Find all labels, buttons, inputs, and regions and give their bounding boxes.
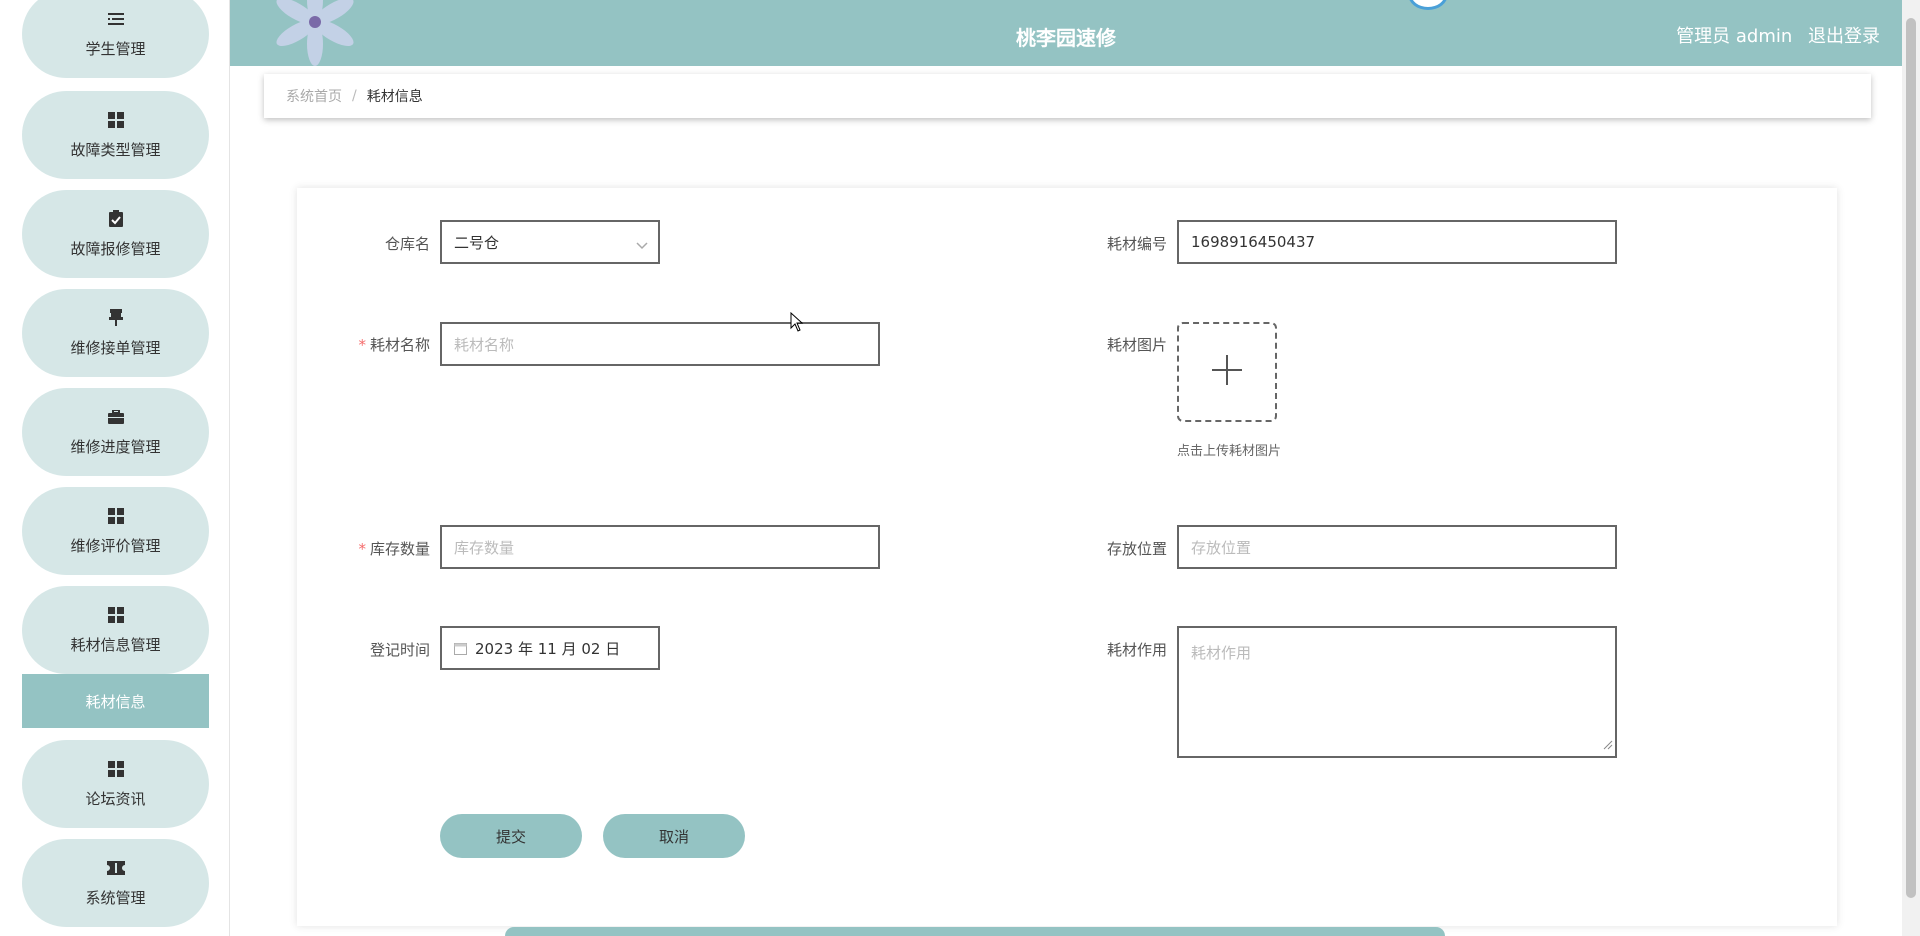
- warehouse-select[interactable]: 二号仓: [440, 220, 660, 264]
- sidebar-item-label: 故障报修管理: [70, 239, 161, 258]
- storage-location-placeholder: 存放位置: [1191, 538, 1252, 557]
- upload-hint: 点击上传耗材图片: [1177, 444, 1282, 459]
- cancel-button[interactable]: 取消: [603, 814, 745, 858]
- plus-icon: [1212, 355, 1242, 389]
- sidebar-item-fault-report-management[interactable]: 故障报修管理: [22, 190, 209, 278]
- resize-grip-icon[interactable]: [1603, 736, 1613, 754]
- submit-button[interactable]: 提交: [440, 814, 582, 858]
- sidebar-item-label: 维修进度管理: [70, 437, 161, 456]
- breadcrumb-separator: /: [352, 88, 357, 104]
- sidebar-item-repair-order-management[interactable]: 维修接单管理: [22, 289, 209, 377]
- top-header: 桃李园速修 管理员 admin 退出登录: [230, 0, 1902, 66]
- material-usage-placeholder: 耗材作用: [1191, 644, 1252, 662]
- material-code-value: 1698916450437: [1191, 233, 1316, 251]
- list-icon: [107, 10, 125, 28]
- sidebar-item-label: 耗材信息管理: [70, 635, 161, 654]
- avatar-orb: [1408, 0, 1448, 10]
- clipboard-check-icon: [107, 210, 125, 228]
- required-mark: *: [358, 540, 366, 558]
- register-time-label: 登记时间: [369, 641, 430, 659]
- storage-location-label: 存放位置: [1106, 540, 1167, 558]
- sidebar-item-forum-news[interactable]: 论坛资讯: [22, 740, 209, 828]
- material-name-label-text: 耗材名称: [369, 336, 430, 354]
- grid-icon: [107, 111, 125, 129]
- material-name-placeholder: 耗材名称: [454, 335, 515, 354]
- briefcase-icon: [107, 408, 125, 426]
- stock-quantity-placeholder: 库存数量: [454, 538, 515, 557]
- app-title: 桃李园速修: [1016, 26, 1116, 50]
- calendar-icon: [454, 642, 467, 655]
- sidebar-subitem-material-info[interactable]: 耗材信息: [22, 674, 209, 728]
- warehouse-label: 仓库名: [384, 235, 430, 253]
- bottom-decoration: [505, 927, 1445, 936]
- warehouse-select-value: 二号仓: [454, 233, 500, 252]
- admin-user-label: 管理员 admin: [1676, 26, 1793, 47]
- grid-icon: [107, 760, 125, 778]
- sidebar-item-repair-progress-management[interactable]: 维修进度管理: [22, 388, 209, 476]
- sidebar-item-label: 系统管理: [85, 888, 146, 907]
- chevron-down-icon: [636, 236, 648, 254]
- logout-link[interactable]: 退出登录: [1808, 26, 1880, 47]
- material-code-label: 耗材编号: [1106, 235, 1167, 253]
- ticket-icon: [106, 859, 125, 877]
- thumbtack-icon: [107, 309, 125, 327]
- storage-location-input[interactable]: 存放位置: [1177, 525, 1617, 569]
- sidebar-item-repair-review-management[interactable]: 维修评价管理: [22, 487, 209, 575]
- sidebar-item-label: 故障类型管理: [70, 140, 161, 159]
- breadcrumb: 系统首页 / 耗材信息: [264, 74, 1871, 118]
- stock-quantity-label-text: 库存数量: [369, 540, 430, 558]
- header-user-area: 管理员 admin 退出登录: [1666, 22, 1880, 48]
- scrollbar-thumb[interactable]: [1906, 18, 1916, 898]
- grid-icon: [107, 606, 125, 624]
- material-code-input[interactable]: 1698916450437: [1177, 220, 1617, 264]
- image-upload-button[interactable]: [1177, 322, 1277, 422]
- sidebar-item-label: 维修评价管理: [70, 536, 161, 555]
- register-time-picker[interactable]: 2023 年 11 月 02 日: [440, 626, 660, 670]
- sidebar-item-material-info-management[interactable]: 耗材信息管理: [22, 586, 209, 674]
- sidebar: 学生管理 故障类型管理 故障报修管理 维修接单管理 维修进度管理 维修评价管理: [0, 0, 230, 936]
- material-name-input[interactable]: 耗材名称: [440, 322, 880, 366]
- grid-icon: [107, 507, 125, 525]
- sidebar-item-label: 学生管理: [85, 39, 146, 58]
- mouse-cursor-icon: [790, 311, 804, 336]
- stock-quantity-input[interactable]: 库存数量: [440, 525, 880, 569]
- stock-quantity-label: * 库存数量: [290, 538, 430, 559]
- breadcrumb-home-link[interactable]: 系统首页: [286, 86, 342, 106]
- register-time-value: 2023 年 11 月 02 日: [475, 639, 621, 658]
- sidebar-item-label: 维修接单管理: [70, 338, 161, 357]
- sidebar-item-fault-type-management[interactable]: 故障类型管理: [22, 91, 209, 179]
- required-mark: *: [358, 336, 366, 354]
- material-usage-textarea[interactable]: 耗材作用: [1177, 626, 1617, 758]
- material-name-label: * 耗材名称: [290, 334, 430, 355]
- material-image-label: 耗材图片: [1106, 336, 1167, 354]
- sidebar-item-label: 论坛资讯: [85, 789, 146, 808]
- sidebar-item-system-management[interactable]: 系统管理: [22, 839, 209, 927]
- material-usage-label: 耗材作用: [1106, 641, 1167, 659]
- vertical-scrollbar[interactable]: [1902, 0, 1920, 936]
- breadcrumb-current: 耗材信息: [366, 89, 423, 105]
- sidebar-item-student-management[interactable]: 学生管理: [22, 0, 209, 78]
